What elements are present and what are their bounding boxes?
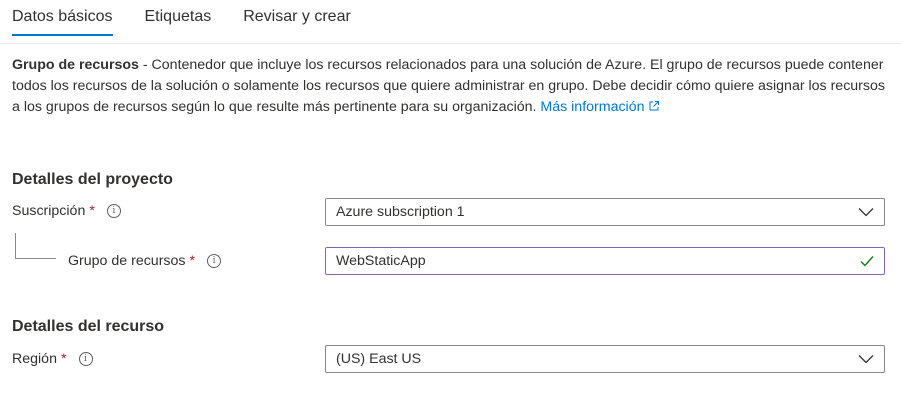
subscription-value: Azure subscription 1 — [336, 204, 465, 220]
tab-basics[interactable]: Datos básicos — [12, 0, 113, 40]
tab-tags[interactable]: Etiquetas — [145, 0, 212, 40]
tab-divider — [0, 43, 901, 44]
subscription-label-row: Suscripción * i — [12, 203, 121, 219]
more-info-link[interactable]: Más información — [540, 99, 659, 115]
more-info-link-label: Más información — [540, 99, 645, 115]
info-icon[interactable]: i — [207, 254, 222, 268]
resource-group-label-row: Grupo de recursos * i — [68, 253, 222, 269]
tab-review-create[interactable]: Revisar y crear — [243, 0, 351, 40]
tab-bar: Datos básicos Etiquetas Revisar y crear — [12, 0, 383, 40]
resource-group-value: WebStaticApp — [336, 253, 426, 269]
description-term: Grupo de recursos — [12, 57, 139, 73]
required-mark: * — [89, 203, 95, 219]
subscription-label: Suscripción — [12, 203, 86, 219]
info-icon[interactable]: i — [78, 352, 93, 366]
external-link-icon — [649, 101, 659, 111]
info-icon[interactable]: i — [106, 204, 121, 218]
resource-details-heading: Detalles del recurso — [12, 318, 165, 335]
tree-connector-horizontal — [15, 258, 56, 259]
region-label: Región — [12, 351, 57, 367]
description: Grupo de recursos - Contenedor que inclu… — [12, 55, 887, 118]
project-details-heading: Detalles del proyecto — [12, 171, 173, 188]
chevron-down-icon — [858, 355, 874, 364]
subscription-dropdown[interactable]: Azure subscription 1 — [325, 198, 885, 226]
required-mark: * — [189, 253, 196, 269]
region-label-row: Región * i — [12, 351, 93, 367]
description-text: - Contenedor que incluye los recursos re… — [12, 57, 885, 115]
tree-connector-vertical — [15, 233, 16, 259]
region-value: (US) East US — [336, 351, 422, 367]
checkmark-icon — [860, 256, 874, 267]
region-dropdown[interactable]: (US) East US — [325, 345, 885, 373]
required-mark: * — [60, 351, 67, 367]
chevron-down-icon — [858, 208, 874, 217]
resource-group-input[interactable]: WebStaticApp — [325, 247, 885, 275]
resource-group-label: Grupo de recursos — [68, 253, 186, 269]
